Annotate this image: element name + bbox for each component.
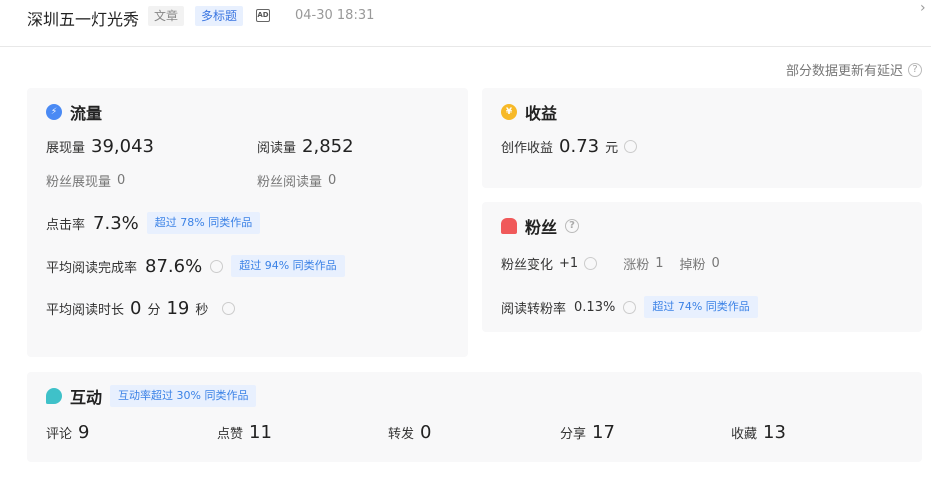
- loss-label: 掉粉: [679, 258, 706, 273]
- shares-value: 17: [592, 422, 615, 443]
- help-icon[interactable]: ?: [565, 219, 580, 233]
- ctr-label: 点击率: [46, 217, 86, 233]
- gain-value: 1: [655, 256, 664, 271]
- type-tag: 文章: [148, 6, 185, 26]
- duration-min: 0: [130, 298, 142, 319]
- completion-badge: 超过 94% 同类作品: [231, 255, 345, 277]
- clock-icon[interactable]: [222, 302, 236, 315]
- reads-value: 2,852: [302, 136, 354, 157]
- loss-value: 0: [711, 256, 720, 271]
- interaction-badge: 互动率超过 30% 同类作品: [110, 385, 257, 407]
- sec-unit: 秒: [195, 303, 209, 318]
- publish-time: 04-30 18:31: [295, 8, 375, 23]
- interaction-title: 互动: [70, 388, 103, 407]
- favorites-label: 收藏: [731, 427, 758, 442]
- duration-sec: 19: [166, 298, 190, 319]
- likes-label: 点赞: [217, 427, 244, 442]
- chat-bubble-icon: [46, 388, 62, 404]
- conv-badge: 超过 74% 同类作品: [644, 296, 758, 318]
- duration-label: 平均阅读时长: [46, 303, 125, 318]
- income-unit: 元: [605, 141, 619, 156]
- impressions-value: 39,043: [91, 136, 154, 157]
- completion-value: 87.6%: [145, 255, 203, 277]
- data-delay-note: 部分数据更新有延迟?: [786, 60, 922, 79]
- multi-title-tag[interactable]: 多标题: [195, 6, 244, 26]
- conv-value: 0.13%: [574, 299, 616, 315]
- completion-label: 平均阅读完成率: [46, 260, 138, 276]
- header: [0, 0, 931, 47]
- impressions-label: 展现量: [46, 141, 86, 156]
- income-card: ¥ 收益 创作收益 0.73 元: [482, 88, 922, 188]
- shares-label: 分享: [560, 427, 587, 442]
- fan-reads-label: 粉丝阅读量: [257, 175, 323, 190]
- fan-reads-value: 0: [328, 173, 337, 188]
- ad-icon: AD: [256, 9, 270, 22]
- reposts-label: 转发: [388, 427, 415, 442]
- comments-value: 9: [78, 422, 90, 443]
- clock-icon[interactable]: [623, 300, 637, 314]
- interaction-card: 互动 互动率超过 30% 同类作品 评论 9 点赞 11 转发 0 分享 17 收藏 13: [27, 372, 922, 462]
- fans-card: 粉丝? 粉丝变化 +1 涨粉 1 掉粉 0 阅读转粉率 0.13% 超过 74% 同类作品: [482, 202, 922, 332]
- yen-coin-icon: ¥: [501, 104, 517, 120]
- chevron-right-icon[interactable]: ›: [920, 0, 926, 16]
- person-icon: [501, 218, 517, 234]
- clock-icon[interactable]: [584, 257, 598, 270]
- fan-impr-label: 粉丝展现量: [46, 175, 112, 190]
- traffic-card: ⚡ 流量 展现量 39,043 阅读量 2,852 粉丝展现量 0 粉丝阅读量 0 点击率…: [27, 88, 468, 357]
- help-icon[interactable]: ?: [908, 62, 922, 77]
- comments-label: 评论: [46, 427, 73, 442]
- income-title: 收益: [525, 104, 558, 123]
- min-unit: 分: [147, 303, 161, 318]
- fan-change-label: 粉丝变化: [501, 258, 554, 273]
- clock-icon[interactable]: [624, 140, 638, 153]
- gain-label: 涨粉: [623, 258, 650, 273]
- lightning-icon: ⚡: [46, 104, 62, 120]
- fan-impr-value: 0: [117, 173, 126, 188]
- favorites-value: 13: [763, 422, 786, 443]
- conv-label: 阅读转粉率: [501, 301, 567, 317]
- article-title[interactable]: 深圳五一灯光秀: [27, 6, 139, 30]
- income-label: 创作收益: [501, 141, 554, 156]
- likes-value: 11: [249, 422, 272, 443]
- traffic-title: 流量: [70, 104, 103, 123]
- reads-label: 阅读量: [257, 141, 297, 156]
- note-text: 部分数据更新有延迟: [785, 64, 903, 79]
- fans-title: 粉丝: [525, 218, 558, 237]
- ctr-value: 7.3%: [93, 212, 139, 234]
- fan-change-value: +1: [559, 256, 579, 271]
- ctr-badge: 超过 78% 同类作品: [146, 212, 261, 234]
- income-value: 0.73: [559, 136, 600, 157]
- reposts-value: 0: [420, 422, 432, 443]
- clock-icon[interactable]: [210, 259, 224, 273]
